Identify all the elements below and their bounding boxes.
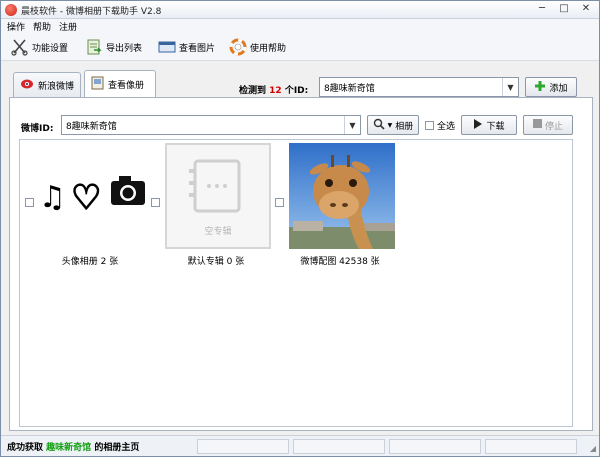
empty-album-label: 空专辑 xyxy=(204,227,232,237)
album-icon xyxy=(91,76,104,93)
status-prefix: 成功获取 xyxy=(7,443,44,453)
album-button-label: 相册 xyxy=(395,121,414,132)
export-list-label: 导出列表 xyxy=(106,43,143,54)
settings-label: 功能设置 xyxy=(32,43,69,54)
status-bar: 成功获取 趣味新奇馆 的相册主页 ◢ xyxy=(1,435,599,456)
download-button-label: 下载 xyxy=(486,121,505,132)
app-logo-icon xyxy=(5,4,17,16)
weibo-eye-icon xyxy=(20,78,34,93)
status-segment xyxy=(389,439,481,454)
usage-help-button[interactable]: 使用帮助 xyxy=(229,37,286,57)
detected-count: 12 xyxy=(269,86,282,96)
usage-help-label: 使用帮助 xyxy=(250,43,287,54)
album-checkbox[interactable] xyxy=(275,198,284,207)
menu-bar: 操作 帮助 注册 xyxy=(1,19,599,33)
lifebuoy-icon xyxy=(229,38,247,56)
window-controls: ─ □ ✕ xyxy=(535,3,593,16)
tab-view-album[interactable]: 查看像册 xyxy=(84,70,156,98)
maximize-button[interactable]: □ xyxy=(557,3,571,16)
tab-sina-weibo[interactable]: 新浪微博 xyxy=(13,72,81,98)
menu-help[interactable]: 帮助 xyxy=(33,20,51,33)
view-pictures-button[interactable]: 查看图片 xyxy=(158,37,215,57)
download-button[interactable]: 下载 xyxy=(461,115,517,135)
tab-sina-weibo-label: 新浪微博 xyxy=(38,82,75,92)
album-checkbox[interactable] xyxy=(25,198,34,207)
dropdown-arrow-icon: ▼ xyxy=(387,121,393,129)
play-icon xyxy=(473,118,483,132)
export-icon xyxy=(85,38,103,56)
search-icon xyxy=(373,118,385,133)
status-segment xyxy=(197,439,289,454)
id-select[interactable]: 8趣味新奇馆 ▼ xyxy=(319,77,519,97)
detected-suffix: 个ID: xyxy=(284,86,309,96)
camera-icon xyxy=(111,176,145,205)
stop-icon xyxy=(532,119,542,131)
select-all-box[interactable] xyxy=(425,121,434,130)
scissors-icon xyxy=(11,38,29,56)
add-button[interactable]: 添加 xyxy=(525,77,577,97)
select-all-label: 全选 xyxy=(437,122,456,132)
app-window: 晨枝软件 - 微博相册下载助手 V2.8 ─ □ ✕ 操作 帮助 注册 功能设置… xyxy=(0,0,600,457)
giraffe-photo-thumbnail[interactable] xyxy=(289,143,395,249)
minimize-button[interactable]: ─ xyxy=(535,3,549,16)
music-note-icon: ♫ xyxy=(39,180,66,215)
status-message: 成功获取 趣味新奇馆 的相册主页 xyxy=(7,440,139,453)
album-checkbox[interactable] xyxy=(151,198,160,207)
status-name: 趣味新奇馆 xyxy=(46,443,92,453)
album-caption: 微博配图 42538 张 xyxy=(300,257,380,267)
settings-button[interactable]: 功能设置 xyxy=(11,37,68,57)
weibo-id-value: 8趣味新奇馆 xyxy=(66,121,117,132)
album-button[interactable]: ▼ 相册 xyxy=(367,115,419,135)
avatar-thumbnail[interactable]: ♫ ♡ xyxy=(39,143,145,249)
view-pictures-label: 查看图片 xyxy=(179,43,216,54)
empty-album-thumbnail[interactable]: 空专辑 xyxy=(165,143,271,249)
window-title: 晨枝软件 - 微博相册下载助手 V2.8 xyxy=(21,7,162,17)
status-segment xyxy=(485,439,577,454)
toolbar: 功能设置 导出列表 查看图片 使用帮助 xyxy=(1,33,599,61)
stop-button-label: 停止 xyxy=(544,121,563,132)
album-grid: ♫ ♡ 头像相册 2 张 空专辑 默认专辑 0 张 微博配图 42538 张 xyxy=(19,139,573,427)
album-caption: 头像相册 2 张 xyxy=(61,257,119,267)
status-suffix: 的相册主页 xyxy=(94,443,140,453)
id-select-value: 8趣味新奇馆 xyxy=(324,83,375,94)
status-segment xyxy=(293,439,385,454)
heart-icon: ♡ xyxy=(71,178,101,218)
resize-grip-icon[interactable]: ◢ xyxy=(590,444,596,453)
chevron-down-icon[interactable]: ▼ xyxy=(344,116,360,134)
weibo-id-select[interactable]: 8趣味新奇馆 ▼ xyxy=(61,115,361,135)
tab-view-album-label: 查看像册 xyxy=(108,81,145,91)
add-button-label: 添加 xyxy=(549,83,568,94)
title-bar: 晨枝软件 - 微博相册下载助手 V2.8 ─ □ ✕ xyxy=(1,1,599,19)
album-caption: 默认专辑 0 张 xyxy=(187,257,245,267)
stop-button[interactable]: 停止 xyxy=(523,115,573,135)
detected-count-label: 检测到 12 个ID: xyxy=(239,83,308,96)
menu-register[interactable]: 注册 xyxy=(59,20,77,33)
picture-icon xyxy=(158,38,176,56)
weibo-id-label: 微博ID: xyxy=(21,124,54,134)
export-list-button[interactable]: 导出列表 xyxy=(85,37,142,57)
plus-icon xyxy=(534,80,546,95)
detected-prefix: 检测到 xyxy=(239,86,267,96)
chevron-down-icon[interactable]: ▼ xyxy=(502,78,518,96)
close-button[interactable]: ✕ xyxy=(579,3,593,16)
menu-operate[interactable]: 操作 xyxy=(7,20,25,33)
select-all-checkbox[interactable]: 全选 xyxy=(425,119,455,132)
